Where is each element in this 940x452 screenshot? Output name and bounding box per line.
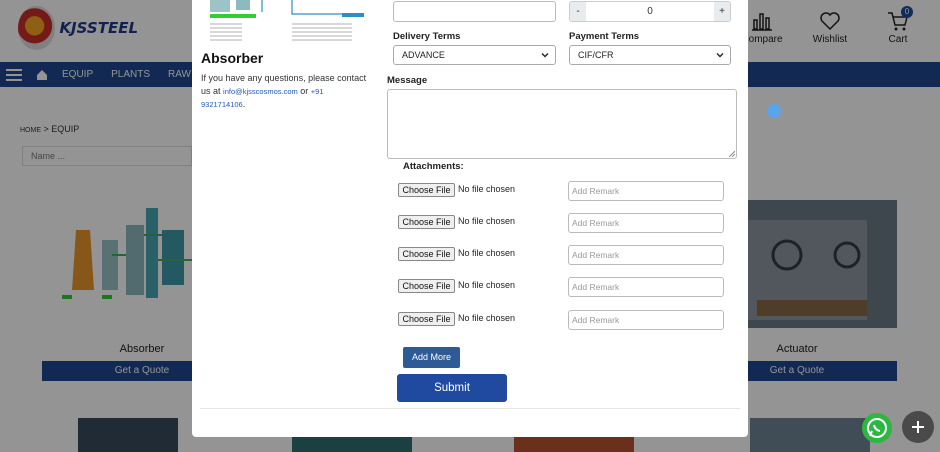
attachments-label: Attachments: — [403, 161, 464, 172]
quantity-decrement-button[interactable]: - — [570, 2, 586, 21]
quote-modal: Absorber If you have any questions, plea… — [192, 0, 748, 437]
modal-product-info: Absorber If you have any questions, plea… — [192, 0, 372, 420]
submit-button[interactable]: Submit — [397, 374, 507, 402]
no-file-chosen-text: No file chosen — [458, 184, 516, 194]
top-text-input[interactable] — [393, 1, 556, 22]
add-remark-input[interactable]: Add Remark — [568, 245, 724, 265]
contact-period: . — [242, 99, 246, 109]
message-label: Message — [387, 75, 428, 86]
choose-file-button[interactable]: Choose File — [398, 247, 455, 261]
choose-file-button[interactable]: Choose File — [398, 279, 455, 293]
cursor-indicator — [767, 104, 781, 118]
no-file-chosen-text: No file chosen — [458, 313, 516, 323]
attachment-row: Choose File No file chosen Add Remark — [398, 213, 728, 235]
whatsapp-chat-button[interactable] — [862, 413, 892, 443]
no-file-chosen-text: No file chosen — [458, 216, 516, 226]
resize-grip-icon[interactable] — [728, 150, 735, 157]
no-file-chosen-text: No file chosen — [458, 280, 516, 290]
attachment-row: Choose File No file chosen Add Remark — [398, 310, 728, 332]
choose-file-button[interactable]: Choose File — [398, 183, 455, 197]
quantity-stepper: - 0 + — [569, 1, 731, 22]
chevron-down-icon — [716, 53, 724, 58]
contact-text: If you have any questions, please contac… — [201, 72, 369, 112]
add-remark-input[interactable]: Add Remark — [568, 277, 724, 297]
choose-file-button[interactable]: Choose File — [398, 215, 455, 229]
attachment-row: Choose File No file chosen Add Remark — [398, 181, 728, 203]
add-remark-input[interactable]: Add Remark — [568, 310, 724, 330]
payment-terms-selected: CIF/CFR — [578, 50, 614, 60]
quantity-value-input[interactable]: 0 — [586, 2, 714, 21]
add-remark-input[interactable]: Add Remark — [568, 213, 724, 233]
plus-icon — [912, 421, 924, 433]
payment-terms-select[interactable]: CIF/CFR — [569, 45, 731, 65]
modal-footer-divider — [200, 408, 740, 409]
chevron-down-icon — [541, 53, 549, 58]
no-file-chosen-text: No file chosen — [458, 248, 516, 258]
delivery-terms-select[interactable]: ADVANCE — [393, 45, 556, 65]
modal-product-title: Absorber — [201, 50, 264, 66]
attachment-row: Choose File No file chosen Add Remark — [398, 245, 728, 267]
payment-terms-label: Payment Terms — [569, 31, 640, 42]
delivery-terms-label: Delivery Terms — [393, 31, 461, 42]
choose-file-button[interactable]: Choose File — [398, 312, 455, 326]
delivery-terms-selected: ADVANCE — [402, 50, 445, 60]
expand-fab-button[interactable] — [902, 411, 934, 443]
add-remark-input[interactable]: Add Remark — [568, 181, 724, 201]
absorber-diagram-image — [202, 0, 372, 46]
attachment-row: Choose File No file chosen Add Remark — [398, 277, 728, 299]
contact-email-link[interactable]: info@kjsscosmos.com — [223, 87, 298, 96]
contact-or: or — [300, 85, 309, 96]
whatsapp-icon — [867, 418, 887, 438]
add-more-button[interactable]: Add More — [403, 347, 460, 368]
message-textarea[interactable] — [387, 89, 737, 159]
quantity-increment-button[interactable]: + — [714, 2, 730, 21]
